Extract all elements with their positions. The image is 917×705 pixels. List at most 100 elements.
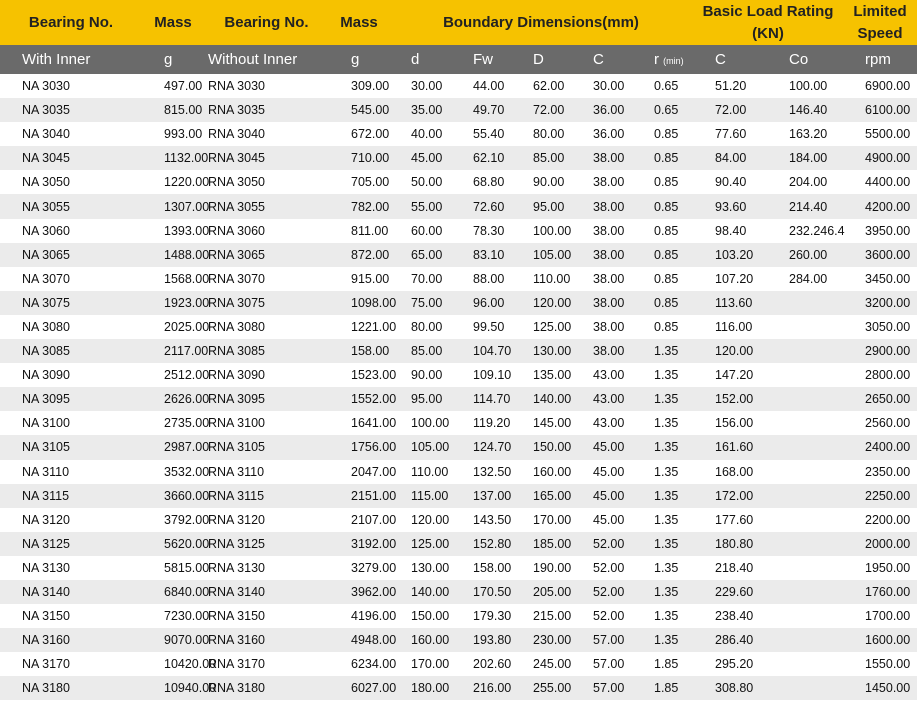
cell-fw: 83.10 [451, 242, 511, 267]
cell-bearing-no-with-inner: NA 3050 [0, 170, 142, 195]
cell-bearing-no-without-inner: RNA 3110 [204, 459, 329, 484]
cell-bearing-no-with-inner: NA 3080 [0, 314, 142, 340]
cell-c-dynamic: 295.20 [693, 652, 767, 677]
cell-outer-d: 130.00 [511, 339, 571, 364]
cell-c-dynamic: 103.20 [693, 242, 767, 267]
cell-co-static [767, 387, 844, 412]
cell-r-min: 0.85 [632, 194, 693, 219]
cell-fw: 104.70 [451, 339, 511, 364]
cell-r-min: 0.85 [632, 122, 693, 147]
cell-c-width: 52.00 [571, 531, 632, 556]
cell-r-min: 1.35 [632, 628, 693, 653]
cell-c-width: 43.00 [571, 411, 632, 436]
cell-bearing-no-with-inner: NA 3105 [0, 435, 142, 460]
header-bearing-no-without-inner: Bearing No. [204, 0, 329, 45]
cell-bearing-no-without-inner: RNA 3170 [204, 652, 329, 677]
cell-mass-without-inner: 1641.00 [329, 411, 396, 436]
cell-co-static [767, 483, 844, 508]
cell-co-static [767, 507, 844, 532]
cell-mass-with-inner: 2735.00 [142, 411, 209, 436]
cell-outer-d: 255.00 [511, 676, 571, 701]
table-row: NA 3060 1393.00 RNA 3060 811.00 60.00 78.30 10… [0, 218, 917, 243]
cell-d: 75.00 [389, 290, 451, 315]
subheader-g: g [329, 45, 389, 74]
cell-c-width: 38.00 [571, 290, 632, 315]
cell-fw: 109.10 [451, 363, 511, 388]
cell-outer-d: 120.00 [511, 290, 571, 315]
table-row: NA 3100 2735.00 RNA 3100 1641.00 100.00 119.2… [0, 411, 917, 436]
cell-bearing-no-without-inner: RNA 3160 [204, 628, 329, 653]
table-row: NA 3115 3660.00 RNA 3115 2151.00 115.00 137.0… [0, 483, 917, 508]
cell-bearing-no-with-inner: NA 3120 [0, 507, 142, 532]
cell-co-static: 284.00 [767, 266, 844, 291]
cell-bearing-no-with-inner: NA 3085 [0, 339, 142, 364]
cell-mass-with-inner: 9070.00 [142, 628, 209, 653]
cell-outer-d: 170.00 [511, 507, 571, 532]
cell-mass-without-inner: 1523.00 [329, 363, 396, 388]
cell-d: 30.00 [389, 74, 451, 99]
header-load-rating-label: Basic Load Rating [702, 2, 834, 20]
cell-bearing-no-with-inner: NA 3110 [0, 459, 142, 484]
table-row: NA 3105 2987.00 RNA 3105 1756.00 105.00 124.7… [0, 435, 917, 460]
cell-bearing-no-with-inner: NA 3055 [0, 194, 142, 219]
cell-mass-without-inner: 158.00 [329, 339, 389, 364]
subheader-g: g [142, 45, 204, 74]
cell-c-width: 38.00 [571, 339, 632, 364]
subheader-d: d [389, 45, 451, 74]
header-load-rating-unit: (KN) [752, 24, 784, 42]
cell-bearing-no-without-inner: RNA 3085 [204, 339, 329, 364]
cell-r-min: 1.85 [632, 652, 693, 677]
cell-mass-with-inner: 3532.00 [142, 459, 209, 484]
cell-limiting-speed: 2560.00 [843, 411, 917, 436]
cell-r-min: 1.35 [632, 435, 693, 460]
cell-c-dynamic: 113.60 [693, 290, 767, 315]
subheader-with-inner: With Inner [0, 45, 142, 74]
cell-c-dynamic: 161.60 [693, 435, 767, 460]
subheader-c-width: C [571, 45, 632, 74]
cell-d: 85.00 [389, 339, 451, 364]
cell-c-dynamic: 98.40 [693, 218, 767, 243]
cell-outer-d: 125.00 [511, 314, 571, 340]
table-row: NA 3035 815.00 RNA 3035 545.00 35.00 49.70 72.… [0, 98, 917, 123]
cell-c-width: 38.00 [571, 170, 632, 195]
cell-bearing-no-with-inner: NA 3160 [0, 628, 142, 653]
cell-d: 120.00 [389, 507, 451, 532]
cell-c-width: 36.00 [571, 122, 632, 147]
cell-outer-d: 165.00 [511, 483, 571, 508]
cell-d: 60.00 [389, 218, 451, 243]
cell-bearing-no-without-inner: RNA 3100 [204, 411, 329, 436]
cell-bearing-no-with-inner: NA 3150 [0, 604, 142, 629]
cell-c-dynamic: 51.20 [693, 74, 767, 99]
cell-bearing-no-without-inner: RNA 3060 [204, 218, 329, 243]
cell-c-dynamic: 116.00 [693, 314, 767, 340]
cell-mass-without-inner: 3192.00 [329, 531, 396, 556]
table-row: NA 3085 2117.00 RNA 3085 158.00 85.00 104.70 1… [0, 339, 917, 364]
cell-fw: 96.00 [451, 290, 511, 315]
cell-co-static [767, 459, 844, 484]
table-row: NA 3140 6840.00 RNA 3140 3962.00 140.00 170.5… [0, 579, 917, 605]
cell-c-dynamic: 107.20 [693, 266, 767, 291]
header-boundary-dimensions: Boundary Dimensions(mm) [389, 0, 693, 45]
cell-limiting-speed: 6900.00 [843, 74, 917, 99]
cell-mass-without-inner: 672.00 [329, 122, 389, 147]
cell-mass-with-inner: 1132.00 [142, 146, 208, 171]
cell-c-dynamic: 84.00 [693, 146, 767, 171]
cell-c-dynamic: 218.40 [693, 555, 767, 580]
cell-r-min: 1.35 [632, 339, 693, 364]
subheader-fw: Fw [451, 45, 511, 74]
cell-c-width: 52.00 [571, 579, 632, 605]
cell-co-static: 146.40 [767, 98, 844, 123]
cell-mass-with-inner: 2987.00 [142, 435, 209, 460]
cell-mass-without-inner: 710.00 [329, 146, 389, 171]
cell-c-dynamic: 308.80 [693, 676, 767, 701]
cell-bearing-no-without-inner: RNA 3050 [204, 170, 329, 195]
header-speed-label: Speed [857, 24, 903, 42]
cell-mass-with-inner: 1307.00 [142, 194, 209, 219]
cell-r-min: 0.65 [632, 74, 693, 99]
cell-c-dynamic: 229.60 [693, 579, 767, 605]
cell-limiting-speed: 3050.00 [843, 314, 917, 340]
cell-c-dynamic: 120.00 [693, 339, 767, 364]
cell-mass-without-inner: 915.00 [329, 266, 389, 291]
cell-outer-d: 62.00 [511, 74, 571, 99]
cell-bearing-no-without-inner: RNA 3125 [204, 531, 329, 556]
